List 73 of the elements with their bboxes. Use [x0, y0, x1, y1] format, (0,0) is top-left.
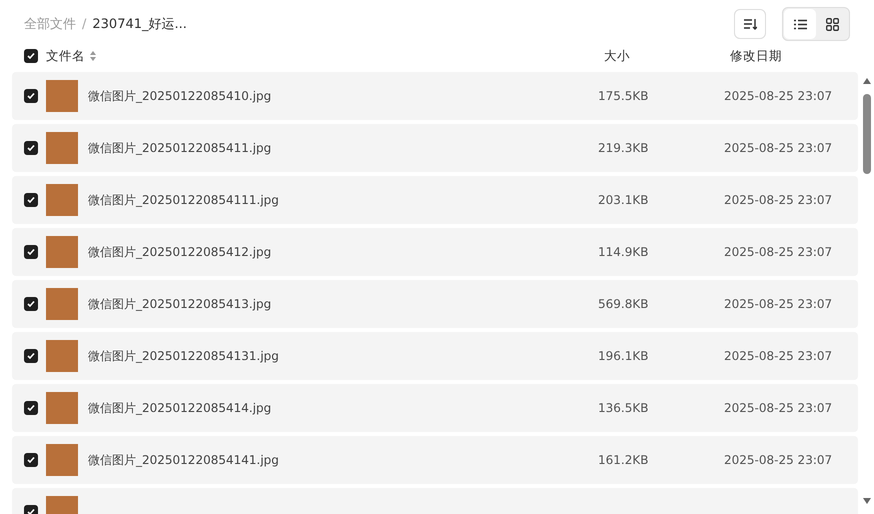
row-checkbox[interactable] [24, 297, 38, 311]
check-icon [27, 300, 35, 308]
column-header[interactable]: 大小 [604, 48, 730, 64]
check-icon [27, 352, 35, 360]
photo-placeholder [46, 288, 78, 320]
photo-placeholder [46, 444, 78, 476]
file-size: 175.5KB [598, 89, 650, 103]
modified-date: 2025-08-25 23:07 [724, 245, 832, 259]
photo-placeholder [46, 80, 78, 112]
file-name: 微信图片_202501220854111.jpg [88, 192, 280, 208]
column-header[interactable]: 文件名 [46, 48, 85, 64]
row-checkbox[interactable] [24, 89, 38, 103]
file-name: 微信图片_20250122085411.jpg [88, 140, 272, 156]
modified-date: 2025-08-25 23:07 [724, 89, 832, 103]
modified-date: 2025-08-25 23:07 [724, 193, 832, 207]
file-size: 161.2KB [598, 453, 650, 467]
file-size: 196.1KB [598, 349, 650, 363]
file-name: 微信图片_20250122085412.jpg [88, 244, 272, 260]
check-icon [27, 52, 35, 60]
row-checkbox[interactable] [24, 401, 38, 415]
modified-date: 2025-08-25 23:07 [724, 297, 832, 311]
file-size: 114.9KB [598, 245, 650, 259]
check-icon [27, 92, 35, 100]
list-icon [794, 18, 806, 30]
row-checkbox[interactable] [24, 453, 38, 467]
column-header[interactable]: 修改日期 [730, 48, 782, 64]
file-name: 微信图片_202501220854141.jpg [88, 452, 280, 468]
file-row[interactable]: 微信图片_20250122085413.jpg 569.8KB 2025-08-25 23:07 [12, 280, 858, 328]
scroll-up-icon[interactable] [863, 78, 871, 84]
breadcrumb-item: 230741_好运... [92, 16, 187, 33]
check-icon [27, 196, 35, 204]
check-icon [27, 248, 35, 256]
scroll-down-icon[interactable] [863, 498, 871, 504]
file-size: 569.8KB [598, 297, 650, 311]
file-row[interactable]: 微信图片_202501220854141.jpg 161.2KB 2025-08-25 23:07 [12, 436, 858, 484]
check-icon [27, 404, 35, 412]
list-view-button[interactable] [784, 9, 816, 39]
photo-placeholder [46, 392, 78, 424]
scrollbar-thumb[interactable] [863, 94, 871, 174]
file-row[interactable]: 微信图片_20250122085410.jpg 175.5KB 2025-08-25 23:07 [12, 72, 858, 120]
photo-placeholder [46, 340, 78, 372]
file-name: 微信图片_20250122085410.jpg [88, 88, 272, 104]
file-name: 微信图片_20250122085414.jpg [88, 400, 272, 416]
grid-icon [826, 18, 838, 30]
row-checkbox[interactable] [24, 349, 38, 363]
file-size: 203.1KB [598, 193, 650, 207]
file-size: 136.5KB [598, 401, 650, 415]
file-row[interactable]: 微信图片_202501220854111.jpg 203.1KB 2025-08-25 23:07 [12, 176, 858, 224]
sort-icon [743, 17, 757, 31]
file-row[interactable]: 微信图片_20250122085414.jpg 136.5KB 2025-08-25 23:07 [12, 384, 858, 432]
row-checkbox[interactable] [24, 141, 38, 155]
file-row[interactable]: 微信图片_20250122085411.jpg 219.3KB 2025-08-25 23:07 [12, 124, 858, 172]
check-icon [27, 144, 35, 152]
modified-date: 2025-08-25 23:07 [724, 453, 832, 467]
file-size: 219.3KB [598, 141, 650, 155]
modified-date: 2025-08-25 23:07 [724, 349, 832, 363]
check-icon [27, 508, 35, 514]
modified-date: 2025-08-25 23:07 [724, 401, 832, 415]
photo-placeholder [46, 132, 78, 164]
file-row[interactable]: 微信图片_202501220854131.jpg 196.1KB 2025-08-25 23:07 [12, 332, 858, 380]
row-checkbox[interactable] [24, 245, 38, 259]
sort-button[interactable] [734, 9, 766, 39]
photo-placeholder [46, 236, 78, 268]
select-all-checkbox[interactable] [24, 49, 38, 63]
row-checkbox[interactable] [24, 193, 38, 207]
modified-date: 2025-08-25 23:07 [724, 141, 832, 155]
file-name: 微信图片_202501220854131.jpg [88, 348, 280, 364]
check-icon [27, 456, 35, 464]
photo-placeholder [46, 184, 78, 216]
file-name: 微信图片_20250122085413.jpg [88, 296, 272, 312]
file-row[interactable]: 微信图片_20250122085412.jpg 114.9KB 2025-08-25 23:07 [12, 228, 858, 276]
breadcrumb-separator: / [82, 16, 86, 32]
sort-icon[interactable] [90, 51, 96, 61]
